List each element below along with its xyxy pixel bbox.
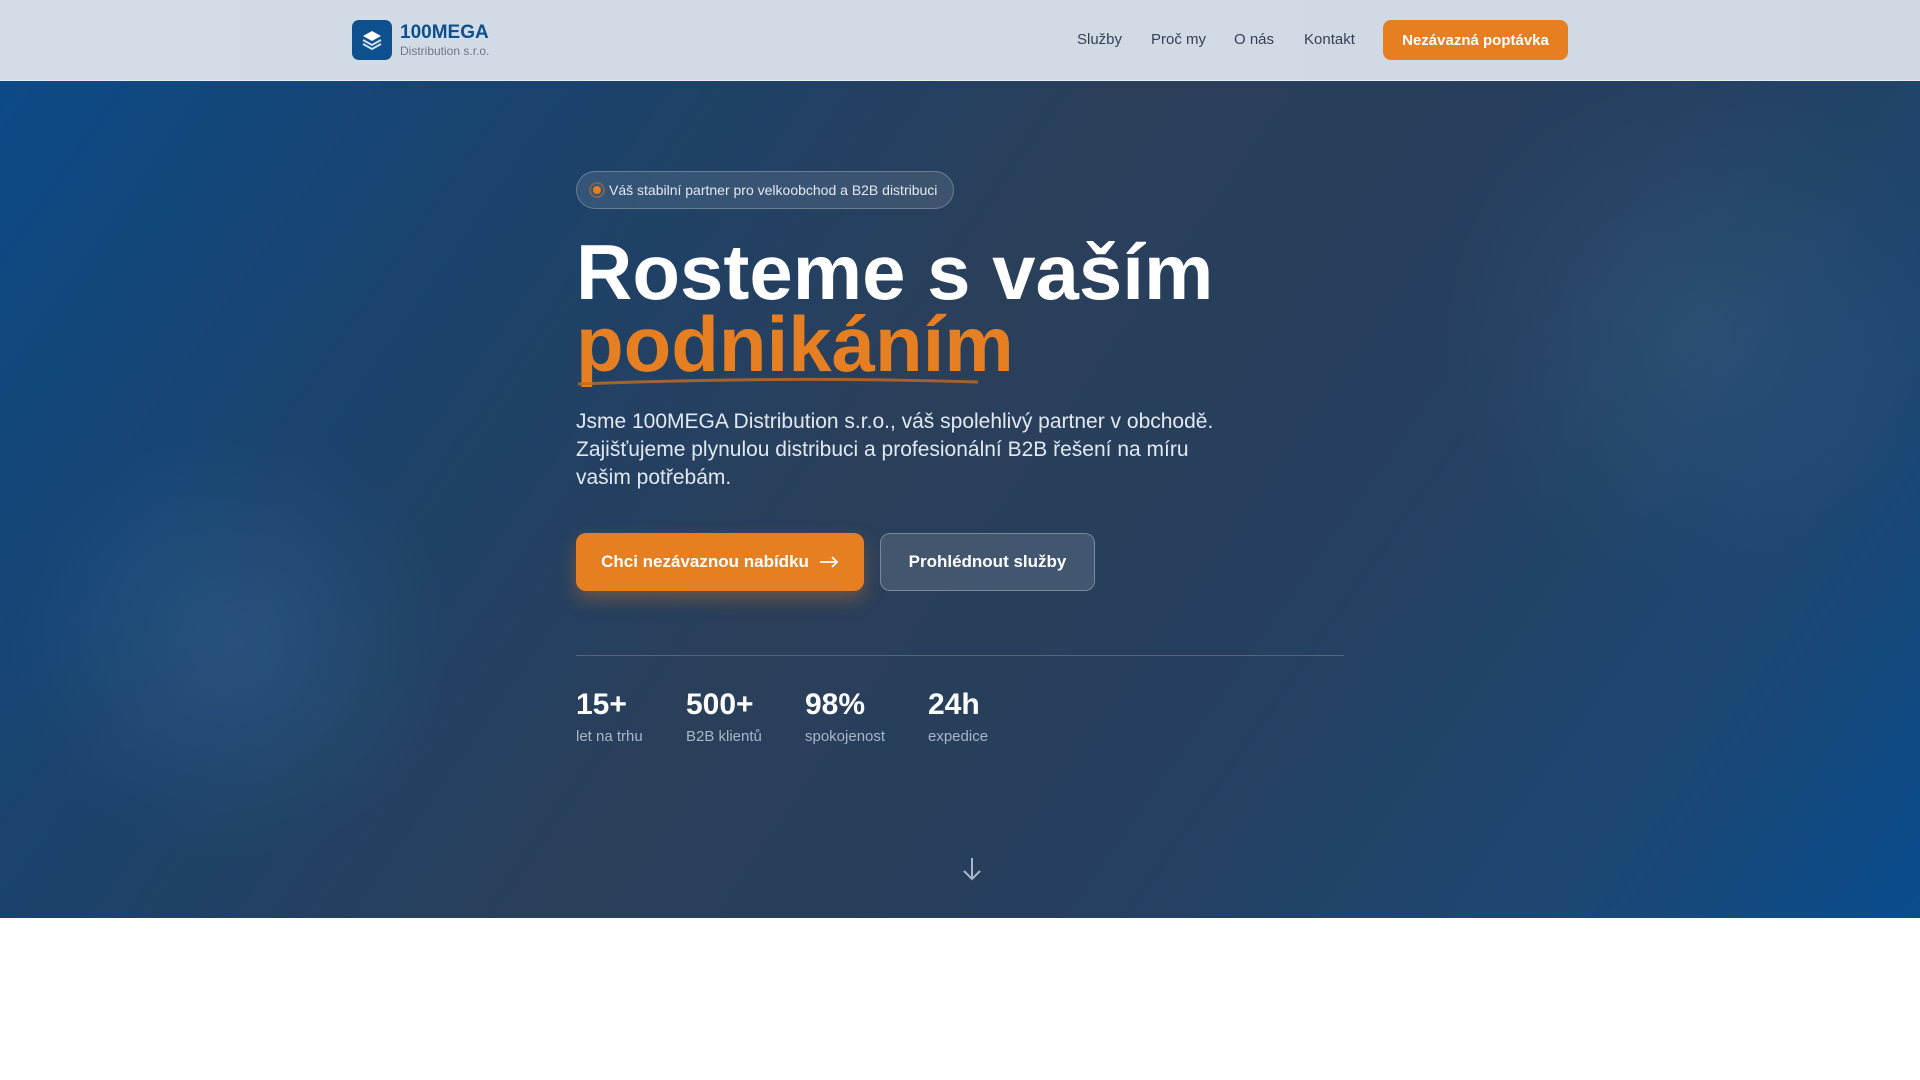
stat-item: 24h expedice: [928, 688, 988, 745]
nav-sluzby[interactable]: Služby: [1077, 31, 1122, 48]
stat-item: 98% spokojenost: [805, 688, 885, 745]
badge-text: Váš stabilní partner pro velkoobchod a B…: [609, 182, 938, 198]
arrow-right-icon: [819, 556, 839, 568]
stat-item: 15+ let na trhu: [576, 688, 643, 745]
divider: [576, 655, 1344, 656]
headline-highlight: podnikáním: [576, 305, 1014, 386]
headline-line-2: podnikáním: [576, 300, 1014, 388]
stat-label: expedice: [928, 728, 989, 745]
nav-kontakt[interactable]: Kontakt: [1304, 31, 1355, 48]
inquiry-button[interactable]: Nezávazná poptávka: [1383, 20, 1568, 60]
stat-label: B2B klientů: [686, 728, 762, 745]
hero-description: Jsme 100MEGA Distribution s.r.o., váš sp…: [576, 410, 1214, 489]
stat-value: 24h: [928, 688, 980, 721]
brand-subtitle: Distribution s.r.o.: [400, 44, 490, 58]
stat-value: 500+: [686, 688, 754, 721]
stat-value: 98%: [805, 688, 866, 721]
hero-headline: Rosteme s vaším podnikáním: [576, 233, 1213, 386]
stat-item: 500+ B2B klientů: [686, 688, 762, 745]
stat-label: spokojenost: [805, 728, 886, 745]
nav-proc-my[interactable]: Proč my: [1151, 31, 1206, 48]
underline-decoration: [577, 377, 979, 386]
header: 100MEGA Distribution s.r.o. Služby Proč …: [0, 0, 1920, 81]
stat-label: let na trhu: [576, 728, 643, 745]
scroll-down-arrow-icon[interactable]: [960, 856, 984, 882]
offer-button-label: Chci nezávaznou nabídku: [601, 552, 809, 571]
brand[interactable]: 100MEGA Distribution s.r.o.: [400, 22, 489, 58]
hero-badge: Váš stabilní partner pro velkoobchod a B…: [576, 171, 954, 209]
layers-logo-icon[interactable]: [352, 20, 392, 60]
hero-section: Váš stabilní partner pro velkoobchod a B…: [0, 81, 1920, 918]
brand-title: 100MEGA: [400, 22, 489, 43]
services-button[interactable]: Prohlédnout služby: [880, 533, 1095, 591]
stat-value: 15+: [576, 688, 627, 721]
dot-icon: [589, 182, 605, 198]
offer-button[interactable]: Chci nezávaznou nabídku: [576, 533, 864, 591]
nav-o-nas[interactable]: O nás: [1234, 31, 1274, 48]
